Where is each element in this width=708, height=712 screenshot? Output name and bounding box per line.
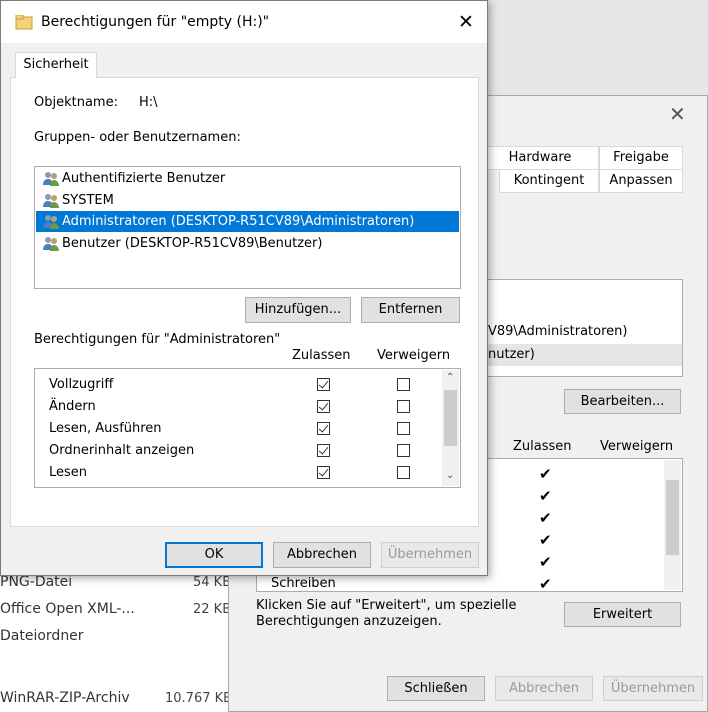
close-icon[interactable]: ✕	[669, 102, 686, 126]
check-icon: ✔	[539, 509, 552, 527]
scroll-up-icon[interactable]: ⌃	[446, 372, 454, 383]
deny-checkbox[interactable]	[397, 400, 410, 413]
user-group-icon	[43, 193, 59, 208]
permission-name: Schreiben	[271, 576, 336, 591]
check-icon: ✔	[539, 575, 552, 593]
allow-checkbox[interactable]	[317, 422, 330, 435]
tab-security[interactable]: Sicherheit	[15, 52, 97, 78]
groups-label: Gruppen- oder Benutzernamen:	[34, 130, 241, 145]
permission-name: Lesen, Ausführen	[49, 421, 162, 436]
apply-button[interactable]: Übernehmen	[381, 542, 479, 568]
file-size: 54 KB	[193, 575, 232, 590]
list-item[interactable]: V89\Administratoren)	[488, 324, 627, 339]
object-name-value: H:\	[139, 95, 158, 110]
explorer-background-area	[488, 0, 708, 95]
allow-checkbox[interactable]	[317, 400, 330, 413]
tab-panel: Objektname: H:\ Gruppen- oder Benutzerna…	[10, 77, 479, 527]
scrollbar[interactable]	[664, 460, 681, 590]
ok-button[interactable]: OK	[165, 542, 263, 568]
close-icon[interactable]: ✕	[458, 11, 474, 33]
tab-kontingent[interactable]: Kontingent	[499, 169, 599, 193]
permission-list: ⌃ ⌄ Vollzugriff Ändern Lesen, Ausführen Ord…	[34, 368, 461, 488]
allow-header: Zulassen	[513, 439, 572, 454]
check-icon: ✔	[539, 465, 552, 483]
dialog-title: Berechtigungen für "empty (H:)"	[41, 14, 270, 30]
file-size: 22 KB	[193, 602, 232, 617]
user-list-item[interactable]: Administratoren (DESKTOP-R51CV89\Adminis…	[36, 211, 459, 232]
add-button[interactable]: Hinzufügen...	[245, 297, 351, 323]
deny-checkbox[interactable]	[397, 378, 410, 391]
user-list-item[interactable]: SYSTEM	[36, 190, 459, 211]
file-type: Office Open XML-...	[0, 601, 135, 617]
permission-name: Lesen	[49, 465, 88, 480]
file-type: PNG-Datei	[0, 574, 73, 590]
user-list: Authentifizierte Benutzer SYSTEM Administr…	[34, 166, 461, 289]
drive-icon	[15, 15, 33, 30]
deny-checkbox[interactable]	[397, 466, 410, 479]
deny-header: Verweigern	[377, 348, 451, 363]
object-name-label: Objektname:	[34, 95, 118, 110]
scrollbar[interactable]: ⌃ ⌄	[442, 370, 459, 486]
file-type: WinRAR-ZIP-Archiv	[0, 690, 130, 706]
allow-checkbox[interactable]	[317, 378, 330, 391]
user-name: Benutzer (DESKTOP-R51CV89\Benutzer)	[62, 235, 323, 251]
user-list-item[interactable]: Authentifizierte Benutzer	[36, 168, 459, 189]
list-item[interactable]: nutzer)	[488, 347, 535, 362]
check-icon: ✔	[539, 531, 552, 549]
check-icon: ✔	[539, 487, 552, 505]
deny-header: Verweigern	[600, 439, 674, 454]
scroll-down-icon[interactable]: ⌄	[446, 470, 454, 481]
apply-button[interactable]: Übernehmen	[603, 676, 703, 701]
user-list: V89\Administratoren) nutzer)	[487, 279, 683, 377]
permissions-label: Berechtigungen für "Administratoren"	[34, 332, 281, 347]
title-bar: Berechtigungen für "empty (H:)" ✕	[1, 1, 487, 43]
cancel-button[interactable]: Abbrechen	[495, 676, 593, 701]
user-group-icon	[43, 172, 59, 186]
file-type: Dateiordner	[0, 628, 84, 644]
allow-checkbox[interactable]	[317, 444, 330, 457]
allow-checkbox[interactable]	[317, 466, 330, 479]
allow-header: Zulassen	[292, 348, 351, 363]
permission-name: Ändern	[49, 399, 96, 414]
user-group-icon	[43, 215, 59, 229]
permissions-dialog: Berechtigungen für "empty (H:)" ✕ Sicher…	[0, 0, 488, 576]
user-list-item[interactable]: Benutzer (DESKTOP-R51CV89\Benutzer)	[36, 233, 459, 254]
file-size: 10.767 KB	[165, 691, 233, 706]
user-name: SYSTEM	[62, 192, 114, 208]
cancel-button[interactable]: Abbrechen	[273, 542, 371, 568]
check-icon: ✔	[539, 553, 552, 571]
tab-freigabe[interactable]: Freigabe	[599, 146, 683, 170]
deny-checkbox[interactable]	[397, 444, 410, 457]
edit-button[interactable]: Bearbeiten...	[564, 389, 681, 414]
close-button[interactable]: Schließen	[387, 676, 485, 701]
permission-name: Ordnerinhalt anzeigen	[49, 443, 195, 458]
advanced-button[interactable]: Erweitert	[564, 602, 681, 627]
user-name: Administratoren (DESKTOP-R51CV89\Adminis…	[62, 214, 415, 229]
user-name: Authentifizierte Benutzer	[62, 171, 226, 186]
hint-text: Klicken Sie auf "Erweitert", um speziell…	[256, 598, 517, 629]
tab-hardware[interactable]: Hardware	[481, 146, 599, 170]
remove-button[interactable]: Entfernen	[361, 297, 460, 323]
tab-anpassen[interactable]: Anpassen	[599, 169, 683, 193]
user-group-icon	[43, 236, 59, 251]
deny-checkbox[interactable]	[397, 422, 410, 435]
permission-name: Vollzugriff	[49, 377, 114, 392]
